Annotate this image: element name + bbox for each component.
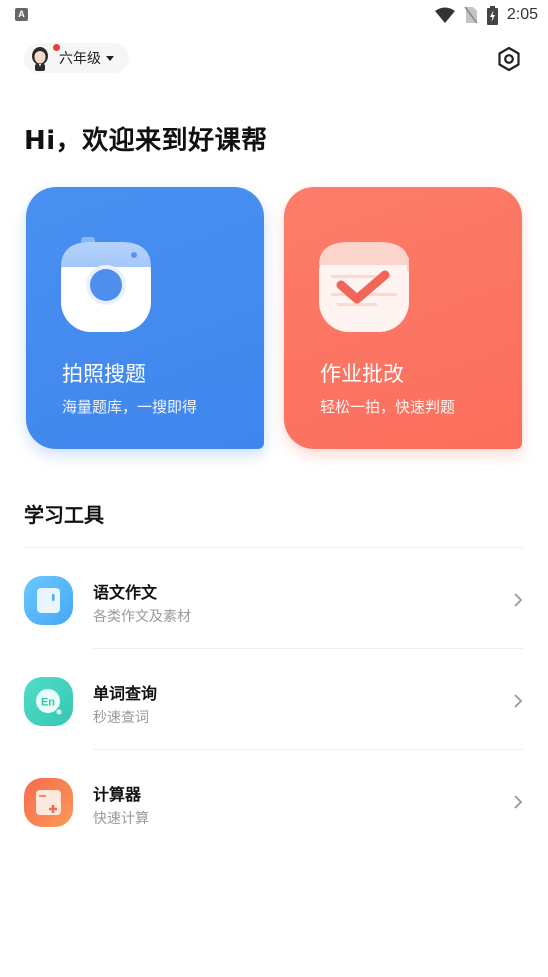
svg-text:En: En: [41, 697, 55, 709]
notification-app-icon: A: [15, 8, 28, 21]
chevron-right-icon: [514, 593, 523, 607]
card-title: 作业批改: [320, 362, 404, 386]
card-title: 拍照搜题: [62, 362, 146, 386]
tool-subtitle: 秒速查词: [93, 710, 149, 726]
tool-subtitle: 各类作文及素材: [93, 609, 191, 625]
notification-dot: [53, 44, 60, 51]
battery-charging-icon: [486, 5, 498, 25]
homework-check-card[interactable]: 作业批改 轻松一拍，快速判题: [284, 187, 522, 449]
tool-title: 单词查询: [93, 684, 158, 703]
tool-item-word-lookup[interactable]: En 单词查询 秒速查词: [0, 649, 548, 749]
caret-down-icon: [106, 55, 114, 61]
tool-subtitle: 快速计算: [93, 811, 149, 827]
tool-item-chinese-writing[interactable]: 语文作文 各类作文及素材: [0, 548, 548, 648]
english-dictionary-icon: En: [24, 677, 73, 726]
chevron-right-icon: [514, 795, 523, 809]
grade-label: 六年级: [59, 51, 101, 67]
avatar[interactable]: [27, 44, 60, 71]
tool-title: 语文作文: [93, 583, 158, 602]
calculator-icon: [24, 778, 73, 827]
clock: 2:05: [506, 6, 538, 23]
settings-button[interactable]: [495, 45, 523, 73]
card-subtitle: 海量题库，一搜即得: [62, 398, 198, 416]
welcome-heading: Hi，欢迎来到好课帮: [24, 126, 268, 156]
chevron-right-icon: [514, 694, 523, 708]
status-bar: A 2:05: [0, 0, 548, 30]
tool-title: 计算器: [93, 785, 142, 804]
no-sim-icon: [464, 6, 478, 24]
grade-selector[interactable]: 六年级: [24, 43, 129, 73]
section-title: 学习工具: [24, 503, 104, 527]
photo-search-card[interactable]: 拍照搜题 海量题库，一搜即得: [26, 187, 264, 449]
tool-item-calculator[interactable]: 计算器 快速计算: [0, 750, 548, 850]
camera-icon: [61, 237, 151, 332]
wifi-icon: [434, 7, 455, 23]
avatar-girl-icon: [32, 47, 48, 71]
settings-hexagon-icon: [498, 46, 520, 72]
notebook-icon: [24, 576, 73, 625]
card-subtitle: 轻松一拍，快速判题: [320, 398, 456, 416]
homework-check-icon: [319, 242, 409, 332]
